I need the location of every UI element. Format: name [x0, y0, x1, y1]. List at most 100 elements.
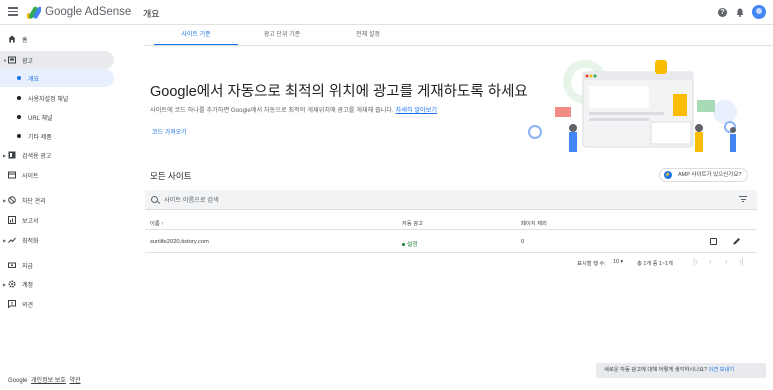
chevron-down-icon: ▼ — [3, 57, 7, 63]
rows-per-page-value: 10 — [613, 259, 619, 265]
page-range: 총 1개 중 1~1개 — [637, 261, 673, 267]
auto-ads-illustration-icon — [528, 60, 737, 152]
last-page-icon[interactable]: ›| — [739, 257, 744, 266]
reports-icon — [8, 216, 16, 224]
sidebar-item-label: 기타 제품 — [28, 134, 52, 141]
amp-sites-button[interactable]: ⚡ AMP 사이트가 있으신가요? — [659, 168, 749, 182]
sidebar-item-other-products[interactable]: 기타 제품 — [0, 127, 114, 145]
sidebar-item-label: 의견 — [22, 302, 34, 309]
prev-page-icon[interactable]: ‹ — [709, 257, 712, 266]
block-icon — [8, 196, 16, 204]
sidebar-item-label: 개요 — [28, 76, 40, 83]
status-badge: 설정 — [407, 242, 418, 248]
next-page-icon[interactable]: › — [725, 257, 728, 266]
table-header: 이름 ↑ 자동 광고 페이지 제외 — [145, 213, 757, 230]
sidebar-item-ads[interactable]: ▼ 광고 — [0, 51, 114, 69]
sidebar-item-label: 보고서 — [22, 218, 39, 225]
chevron-right-icon: ▶ — [3, 197, 7, 203]
sidebar-item-label: 계정 — [22, 282, 34, 289]
bell-icon[interactable] — [736, 8, 744, 17]
sidebar-item-label: URL 채널 — [28, 115, 53, 122]
help-icon[interactable]: ? — [718, 8, 727, 17]
top-app-bar: Google AdSense 개요 ? — [0, 0, 773, 25]
get-code-link[interactable]: 코드 가져오기 — [152, 127, 187, 136]
tab-global-settings[interactable]: 전체 설정 — [326, 28, 410, 46]
sidebar: 홈 ▼ 광고 개요 사용자설정 채널 URL 채널 기타 제품 ▶ 검색용 광고… — [0, 25, 120, 390]
feedback-text: 새로운 자동 광고에 대해 어떻게 생각하시나요? — [604, 367, 707, 373]
hero-description: 사이트에 코드 하나를 추가하면 Google에서 자동으로 최적의 게재위치에… — [150, 105, 437, 114]
site-name[interactable]: sunlife2020.tistory.com — [150, 239, 209, 245]
home-icon — [8, 35, 16, 43]
status-dot-icon — [402, 242, 405, 246]
rows-per-page-select[interactable]: 10 ▾ — [613, 259, 623, 265]
sidebar-item-search-ads[interactable]: ▶ 검색용 광고 — [0, 146, 114, 164]
sites-icon — [8, 171, 16, 179]
menu-icon[interactable] — [8, 7, 18, 16]
footer-google: Google — [8, 378, 28, 384]
column-header-name[interactable]: 이름 ↑ — [150, 219, 164, 227]
brand-name[interactable]: Google AdSense — [45, 6, 131, 18]
sidebar-item-optimization[interactable]: ▶ 최적화 — [0, 231, 114, 249]
sidebar-item-label: 홈 — [22, 37, 28, 44]
sidebar-item-label: 검색용 광고 — [22, 153, 52, 160]
sidebar-item-custom-channels[interactable]: 사용자설정 채널 — [0, 89, 114, 107]
bullet-icon — [17, 134, 21, 138]
sites-section-title: 모든 사이트 — [150, 171, 192, 181]
sidebar-item-label: 차단 관리 — [22, 198, 46, 205]
page-title: 개요 — [143, 9, 160, 19]
edit-icon[interactable] — [733, 237, 741, 245]
adsense-logo-icon — [27, 6, 41, 19]
search-bar — [145, 190, 757, 210]
bullet-icon — [17, 96, 21, 100]
payments-icon — [8, 262, 16, 268]
sidebar-item-blocking-controls[interactable]: ▶ 차단 관리 — [0, 191, 114, 209]
avatar[interactable] — [752, 5, 766, 19]
tab-by-ad-unit[interactable]: 광고 단위 기준 — [240, 28, 324, 46]
page-exclusion-count: 0 — [521, 239, 525, 245]
sidebar-item-overview[interactable]: 개요 — [0, 69, 114, 87]
hero-description-text: 사이트에 코드 하나를 추가하면 Google에서 자동으로 최적의 게재위치에… — [150, 107, 394, 114]
sidebar-item-home[interactable]: 홈 — [0, 30, 114, 48]
sidebar-item-payments[interactable]: 지급 — [0, 256, 114, 274]
filter-icon[interactable] — [739, 196, 747, 203]
chevron-right-icon: ▶ — [3, 237, 7, 243]
search-ads-icon — [8, 151, 16, 159]
sidebar-item-label: 광고 — [22, 58, 34, 65]
feedback-prompt: 새로운 자동 광고에 대해 어떻게 생각하시나요? 의견 보내기 — [596, 363, 766, 378]
sidebar-item-account[interactable]: ▶ 계정 — [0, 275, 114, 293]
auto-ads-status: 설정 — [402, 239, 418, 248]
sidebar-item-label: 사이트 — [22, 173, 39, 180]
chevron-right-icon: ▶ — [3, 281, 7, 287]
sidebar-item-label: 사용자설정 채널 — [28, 96, 69, 103]
sidebar-item-reports[interactable]: 보고서 — [0, 211, 114, 229]
first-page-icon[interactable]: |‹ — [693, 257, 698, 266]
bullet-icon — [17, 115, 21, 119]
search-input[interactable] — [164, 194, 614, 206]
sidebar-item-sites[interactable]: 사이트 — [0, 166, 114, 184]
sidebar-item-label: 지급 — [22, 263, 34, 270]
ads-icon — [8, 56, 16, 64]
send-feedback-link[interactable]: 의견 보내기 — [708, 367, 734, 373]
report-icon[interactable] — [710, 238, 717, 245]
account-gear-icon — [8, 280, 16, 288]
table-row[interactable]: sunlife2020.tistory.com 설정 0 — [145, 231, 757, 253]
sidebar-footer: Google 개인정보 보호 약관 — [8, 375, 83, 384]
sidebar-item-feedback[interactable]: 의견 — [0, 295, 114, 313]
search-icon — [151, 196, 158, 203]
column-header-auto-ads: 자동 광고 — [402, 221, 423, 227]
privacy-link[interactable]: 개인정보 보호 — [31, 378, 66, 384]
rows-per-page-label: 표시할 행 수: — [577, 261, 606, 267]
tab-by-site[interactable]: 사이트 기준 — [154, 28, 238, 46]
terms-link[interactable]: 약관 — [70, 378, 81, 384]
column-header-page-exclusion: 페이지 제외 — [521, 221, 547, 227]
sidebar-item-url-channels[interactable]: URL 채널 — [0, 108, 114, 126]
amp-button-label: AMP 사이트가 있으신가요? — [678, 172, 742, 178]
bullet-icon — [17, 76, 21, 80]
learn-more-link[interactable]: 자세히 알아보기 — [396, 107, 438, 114]
sidebar-item-label: 최적화 — [22, 238, 39, 245]
lightning-icon: ⚡ — [664, 171, 672, 179]
hero-title: Google에서 자동으로 최적의 위치에 광고를 게재하도록 하세요 — [150, 84, 528, 100]
optimize-icon — [8, 237, 16, 243]
chevron-right-icon: ▶ — [3, 152, 7, 158]
feedback-icon — [8, 300, 16, 308]
